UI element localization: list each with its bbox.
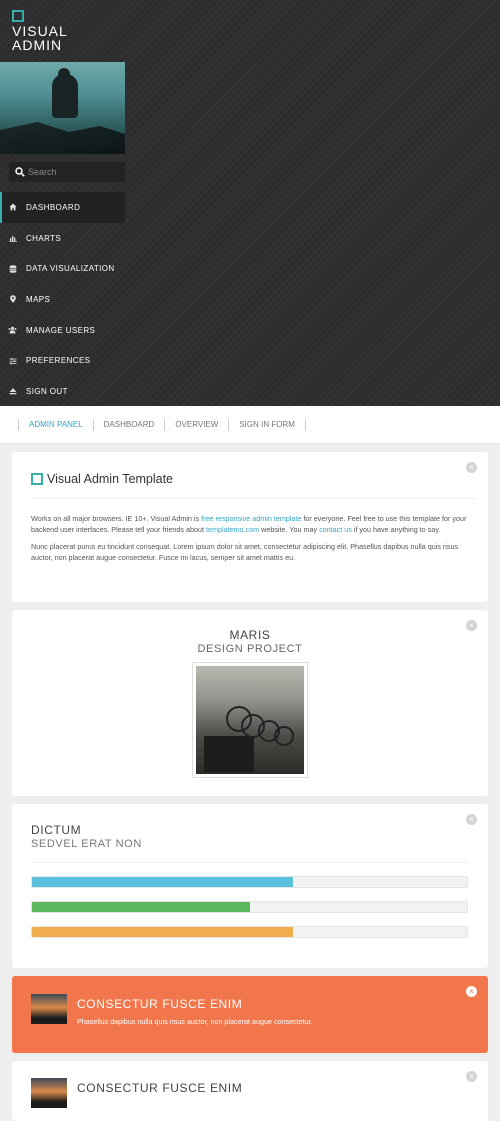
intro-panel-title-text: Visual Admin Template	[47, 472, 174, 486]
intro-text-c: website. You may	[259, 525, 320, 534]
nav-label-sign-out: SIGN OUT	[26, 386, 68, 396]
logo-square-icon	[12, 10, 24, 22]
map-marker-icon	[8, 295, 17, 304]
intro-paragraph-2: Nunc placerat purus eu tincidunt consequ…	[31, 542, 459, 562]
nav-item-manage-users[interactable]: MANAGE USERS	[0, 315, 125, 346]
sidebar-nav: DASHBOARD CHARTS DATA VISUALIZATION MAPS…	[0, 192, 125, 407]
profile-panel-subtitle: DESIGN PROJECT	[197, 643, 303, 655]
divider	[31, 862, 468, 863]
progress-fill-1	[32, 877, 293, 887]
intro-text-a: Works on all major browsers. IE 10+. Vis…	[31, 514, 202, 523]
close-icon[interactable]: ×	[466, 1071, 477, 1082]
bottom-panel-title: CONSECTUR FUSCE ENIM	[77, 1081, 243, 1095]
sliders-icon	[8, 356, 17, 365]
nav-label-manage-users: MANAGE USERS	[26, 325, 96, 335]
database-icon	[8, 264, 17, 273]
nav-label-maps: MAPS	[26, 294, 51, 304]
intro-panel-body: Works on all major browsers. IE 10+. Vis…	[31, 513, 468, 569]
breadcrumb-overview[interactable]: OVERVIEW	[164, 418, 228, 431]
breadcrumb: ADMIN PANEL DASHBOARD OVERVIEW SIGN IN F…	[0, 406, 500, 444]
intro-paragraph-1: Works on all major browsers. IE 10+. Vis…	[31, 513, 468, 535]
square-icon	[31, 473, 43, 485]
nav-label-dashboard: DASHBOARD	[26, 202, 81, 212]
progress-panel-subtitle: SEDVEL ERAT NON	[31, 838, 142, 850]
logo-line-2: ADMIN	[12, 37, 63, 53]
nav-item-sign-out[interactable]: SIGN OUT	[0, 376, 125, 407]
breadcrumb-sign-in-form[interactable]: SIGN IN FORM	[228, 418, 306, 431]
home-icon	[8, 203, 17, 212]
users-icon	[8, 326, 17, 335]
breadcrumb-admin-panel[interactable]: ADMIN PANEL	[18, 418, 93, 431]
nav-label-preferences: PREFERENCES	[26, 356, 91, 366]
nav-item-charts[interactable]: CHARTS	[0, 223, 125, 254]
sunset-thumbnail	[31, 994, 67, 1024]
contact-us-link[interactable]: contact us	[319, 525, 352, 534]
logo-line-1: VISUAL	[12, 23, 68, 39]
nav-label-data-visualization: DATA VISUALIZATION	[26, 264, 115, 274]
close-icon[interactable]: ×	[466, 986, 477, 997]
progress-fill-3	[32, 927, 293, 937]
highlight-panel: × CONSECTUR FUSCE ENIM Phasellus dapibus…	[12, 976, 488, 1053]
templatemo-link[interactable]: templatemo.com	[206, 525, 259, 534]
profile-panel: × MARIS DESIGN PROJECT	[12, 610, 488, 796]
nav-item-preferences[interactable]: PREFERENCES	[0, 345, 125, 376]
breadcrumb-dashboard[interactable]: DASHBOARD	[92, 418, 165, 431]
eject-icon	[8, 387, 17, 396]
profile-panel-title: MARIS	[229, 628, 271, 642]
progress-bar-2	[31, 901, 468, 913]
nav-item-dashboard[interactable]: DASHBOARD	[0, 192, 125, 223]
nav-label-charts: CHARTS	[26, 233, 62, 243]
nav-item-maps[interactable]: MAPS	[0, 284, 125, 315]
progress-bar-1	[31, 876, 468, 888]
close-icon[interactable]: ×	[466, 814, 477, 825]
free-template-link[interactable]: free responsive admin template	[201, 514, 301, 523]
highlight-panel-text: Phasellus dapibus nulla quis risus aucto…	[77, 1017, 313, 1026]
sidebar: VISUAL ADMIN DASHBOARD CHARTS	[0, 0, 500, 406]
highlight-panel-title: CONSECTUR FUSCE ENIM	[77, 997, 243, 1011]
progress-panel-title: DICTUM	[31, 823, 82, 837]
search-input[interactable]	[28, 167, 123, 177]
bottom-panel: × CONSECTUR FUSCE ENIM	[12, 1061, 488, 1121]
sunset-thumbnail	[31, 1078, 67, 1108]
nav-item-data-visualization[interactable]: DATA VISUALIZATION	[0, 253, 125, 284]
search-box	[9, 162, 125, 182]
intro-text-d: if you have anything to say.	[351, 525, 441, 534]
bar-chart-icon	[8, 234, 17, 243]
bicycles-photo	[192, 662, 308, 778]
progress-panel: × DICTUM SEDVEL ERAT NON	[12, 804, 488, 968]
search-icon	[15, 167, 25, 177]
intro-panel-title: Visual Admin Template	[31, 472, 173, 486]
close-icon[interactable]: ×	[466, 462, 477, 473]
progress-fill-2	[32, 902, 250, 912]
divider	[31, 498, 476, 499]
logo[interactable]: VISUAL ADMIN	[12, 10, 112, 52]
profile-photo	[0, 62, 125, 154]
progress-bar-3	[31, 926, 468, 938]
intro-panel: × Visual Admin Template Works on all maj…	[12, 452, 488, 602]
